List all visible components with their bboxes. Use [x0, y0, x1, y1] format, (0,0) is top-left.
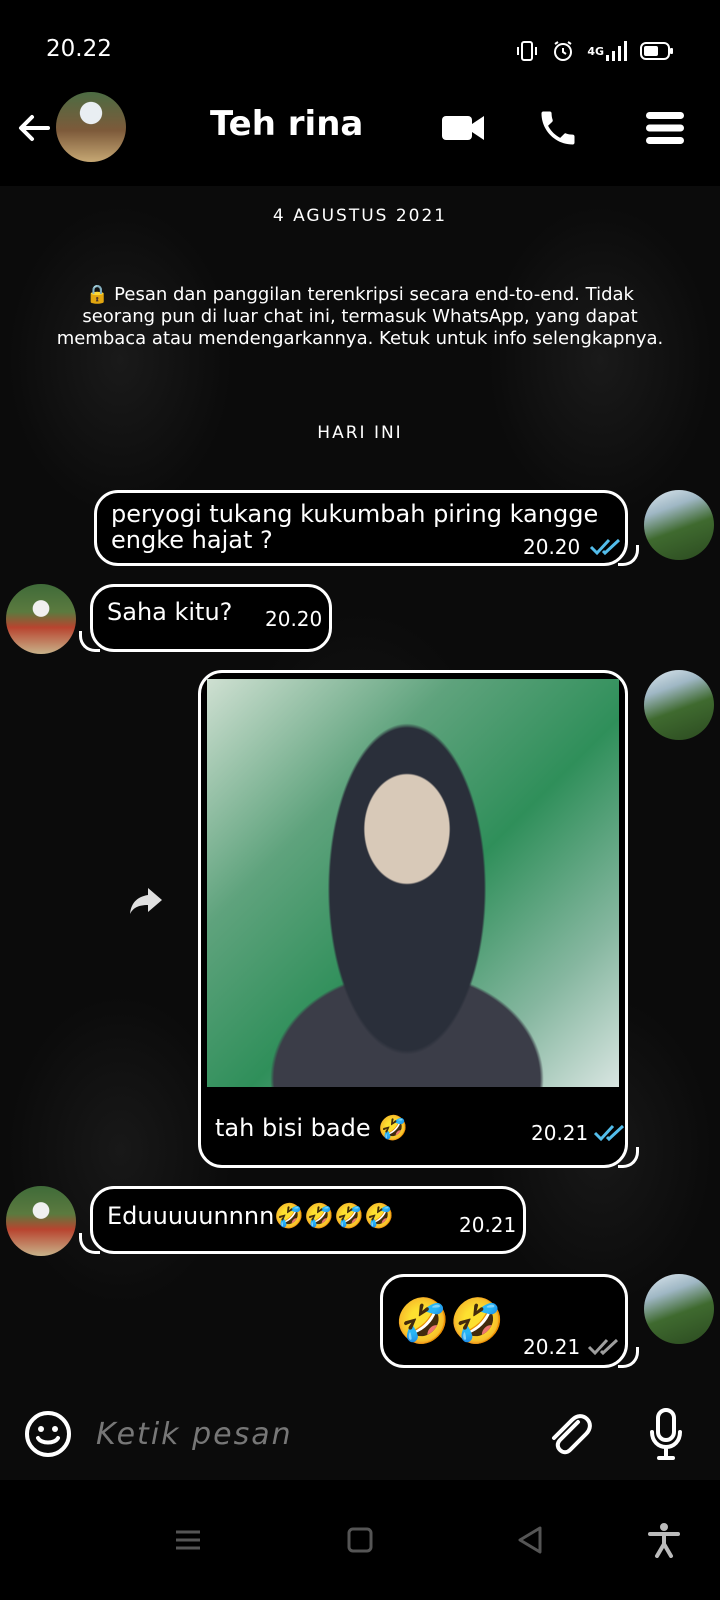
- message-text: 🤣🤣: [395, 1296, 505, 1347]
- smiley-icon: [25, 1411, 71, 1457]
- message-time: 20.20: [523, 535, 581, 559]
- message-text: Saha kitu?: [107, 598, 233, 626]
- encryption-notice[interactable]: 🔒 Pesan dan panggilan terenkripsi secara…: [48, 284, 672, 350]
- accessibility-icon: [648, 1523, 680, 1558]
- back-nav-button[interactable]: [512, 1522, 548, 1558]
- read-tick-icon: [589, 538, 621, 556]
- message-bubble-outgoing[interactable]: peryogi tukang kukumbah piring kangge en…: [94, 490, 639, 566]
- message-bubble-incoming[interactable]: Saha kitu? 20.20: [79, 584, 332, 652]
- system-navigation-bar: [0, 1480, 720, 1600]
- my-avatar: [644, 490, 714, 560]
- chat-screen: 20.22 4G Teh rina 4 AGUSTUS 2021 🔒 Pesan…: [0, 0, 720, 1600]
- chat-header: Teh rina: [0, 90, 720, 186]
- contact-avatar-small: [6, 1186, 76, 1256]
- read-tick-icon: [593, 1124, 625, 1142]
- menu-icon: [646, 112, 684, 144]
- arrow-left-icon: [19, 115, 50, 141]
- message-time: 20.21: [531, 1121, 589, 1145]
- back-button[interactable]: [14, 108, 54, 148]
- network-type: 4G: [587, 44, 604, 58]
- status-time: 20.22: [46, 36, 112, 62]
- my-avatar: [644, 1274, 714, 1344]
- recents-icon: [176, 1530, 200, 1550]
- home-button[interactable]: [342, 1522, 378, 1558]
- message-time: 20.20: [265, 607, 323, 631]
- my-avatar: [644, 670, 714, 740]
- vibrate-icon: [515, 39, 539, 63]
- attach-button[interactable]: [546, 1408, 592, 1458]
- contact-avatar[interactable]: [56, 92, 126, 162]
- paperclip-icon: [552, 1414, 592, 1455]
- date-label: 4 AGUSTUS 2021: [272, 206, 448, 226]
- contact-avatar-small: [6, 584, 76, 654]
- message-time: 20.21: [459, 1213, 517, 1237]
- image-message-bubble[interactable]: tah bisi bade 🤣 20.21: [198, 670, 639, 1168]
- battery-icon: [640, 41, 674, 61]
- message-input-bar: [0, 1398, 720, 1480]
- message-bubble-incoming[interactable]: Eduuuuunnnn🤣🤣🤣🤣 20.21: [79, 1186, 526, 1254]
- delivered-tick-icon: [587, 1338, 619, 1356]
- forward-button[interactable]: [126, 880, 166, 920]
- shared-photo[interactable]: [207, 679, 619, 1087]
- today-label: HARI INI: [317, 423, 403, 443]
- emoji-button[interactable]: [24, 1410, 72, 1458]
- video-call-button[interactable]: [440, 108, 486, 148]
- image-caption: tah bisi bade 🤣: [215, 1114, 409, 1142]
- status-icons: 4G: [515, 36, 674, 66]
- share-arrow-icon: [130, 888, 162, 914]
- message-bubble-outgoing[interactable]: 🤣🤣 20.21: [380, 1274, 639, 1368]
- phone-icon: [541, 111, 575, 145]
- signal-icon: 4G: [587, 40, 628, 62]
- voice-call-button[interactable]: [536, 106, 580, 150]
- menu-button[interactable]: [644, 106, 686, 150]
- message-input[interactable]: [96, 1414, 496, 1454]
- message-text: Eduuuuunnnn🤣🤣🤣🤣: [107, 1202, 394, 1230]
- recent-apps-button[interactable]: [170, 1522, 206, 1558]
- status-bar: 20.22 4G: [0, 0, 720, 90]
- alarm-icon: [551, 39, 575, 63]
- home-square-icon: [347, 1527, 373, 1553]
- back-triangle-icon: [518, 1526, 542, 1554]
- voice-record-button[interactable]: [648, 1406, 684, 1462]
- message-time: 20.21: [523, 1335, 581, 1359]
- accessibility-button[interactable]: [646, 1522, 682, 1558]
- video-camera-icon: [442, 116, 484, 140]
- microphone-icon: [650, 1408, 682, 1460]
- contact-name[interactable]: Teh rina: [210, 104, 363, 144]
